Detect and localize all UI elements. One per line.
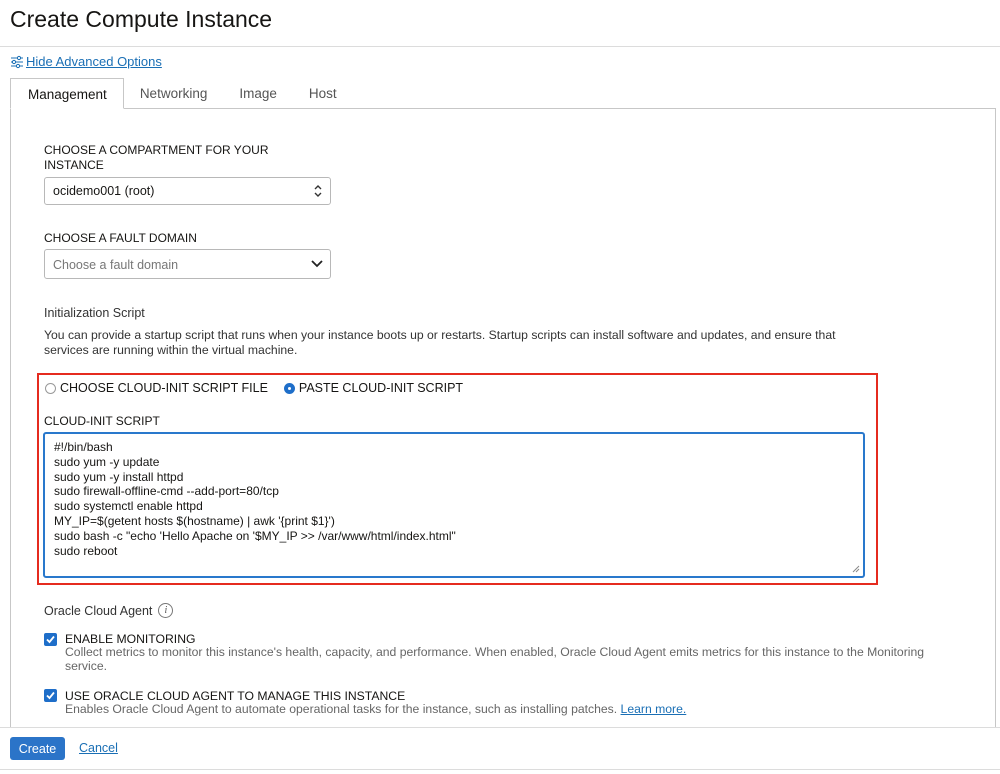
tab-bar: Management Networking Image Host	[10, 78, 353, 109]
fault-domain-placeholder: Choose a fault domain	[53, 258, 179, 272]
tab-image[interactable]: Image	[223, 78, 293, 109]
learn-more-link[interactable]: Learn more.	[621, 702, 687, 716]
use-agent-description: Enables Oracle Cloud Agent to automate o…	[65, 702, 687, 717]
use-agent-label[interactable]: USE ORACLE CLOUD AGENT TO MANAGE THIS IN…	[65, 689, 405, 703]
radio-choose-file[interactable]	[45, 382, 56, 394]
info-icon[interactable]: i	[158, 603, 174, 618]
radio-paste-script[interactable]	[283, 382, 295, 394]
script-line: #!/bin/bash	[54, 440, 113, 454]
script-line: sudo reboot	[54, 543, 118, 558]
fault-domain-label: CHOOSE A FAULT DOMAIN	[44, 231, 197, 245]
script-line: sudo yum -y update	[54, 454, 160, 469]
enable-monitoring-label[interactable]: ENABLE MONITORING	[65, 632, 195, 646]
page-title: Create Compute Instance	[10, 6, 273, 32]
compartment-label-line1: CHOOSE A COMPARTMENT FOR YOUR	[44, 143, 269, 157]
create-button[interactable]: Create	[10, 737, 65, 760]
script-source-radio-group: CHOOSE CLOUD-INIT SCRIPT FILE PASTE CLOU…	[45, 381, 479, 395]
oracle-cloud-agent-title: Oracle Cloud Agent i	[44, 603, 174, 618]
page: Create Compute Instance Hide Advanced Op…	[0, 0, 1000, 774]
compartment-label: CHOOSE A COMPARTMENT FOR YOUR INSTANCE	[44, 143, 268, 173]
compartment-label-line2: INSTANCE	[44, 158, 104, 172]
radio-paste-script-label[interactable]: PASTE CLOUD-INIT SCRIPT	[299, 381, 463, 395]
init-script-title: Initialization Script	[44, 306, 145, 320]
tab-host[interactable]: Host	[293, 78, 353, 109]
use-agent-description-text: Enables Oracle Cloud Agent to automate o…	[65, 702, 618, 716]
chevron-down-icon	[311, 260, 323, 268]
script-line: sudo yum -y install httpd	[54, 469, 184, 484]
checkmark-icon	[46, 635, 55, 644]
cloud-init-script-label: CLOUD-INIT SCRIPT	[44, 414, 160, 428]
script-line: sudo firewall-offline-cmd --add-port=80/…	[54, 484, 279, 499]
oracle-cloud-agent-label: Oracle Cloud Agent	[44, 603, 153, 618]
bottom-divider	[0, 769, 1000, 770]
compartment-select-value: ocidemo001 (root)	[53, 184, 155, 198]
cloud-init-script-textarea[interactable]: #!/bin/bash sudo yum -y update sudo yum …	[43, 432, 865, 578]
tab-networking[interactable]: Networking	[124, 78, 224, 109]
header-divider	[0, 46, 1000, 47]
use-agent-checkbox[interactable]	[44, 689, 57, 702]
hide-advanced-options-link[interactable]: Hide Advanced Options	[10, 54, 162, 69]
script-line: sudo systemctl enable httpd	[54, 499, 203, 514]
init-script-description: You can provide a startup script that ru…	[44, 328, 836, 357]
enable-monitoring-checkbox[interactable]	[44, 633, 57, 646]
compartment-select[interactable]: ocidemo001 (root)	[44, 177, 331, 205]
resize-handle-icon[interactable]	[852, 565, 860, 573]
script-line: sudo bash -c "echo 'Hello Apache on '$MY…	[54, 528, 456, 543]
hide-advanced-options-label: Hide Advanced Options	[26, 54, 162, 69]
radio-choose-file-label[interactable]: CHOOSE CLOUD-INIT SCRIPT FILE	[60, 381, 268, 395]
cancel-button[interactable]: Cancel	[79, 741, 118, 755]
updown-chevron-icon	[314, 185, 322, 197]
tab-management[interactable]: Management	[10, 78, 124, 109]
footer-divider	[0, 727, 1000, 728]
sliders-icon	[11, 55, 23, 68]
enable-monitoring-description: Collect metrics to monitor this instance…	[65, 645, 925, 673]
checkmark-icon	[46, 691, 55, 700]
script-line: MY_IP=$(getent hosts $(hostname) | awk '…	[54, 513, 335, 528]
fault-domain-select[interactable]: Choose a fault domain	[44, 249, 331, 279]
